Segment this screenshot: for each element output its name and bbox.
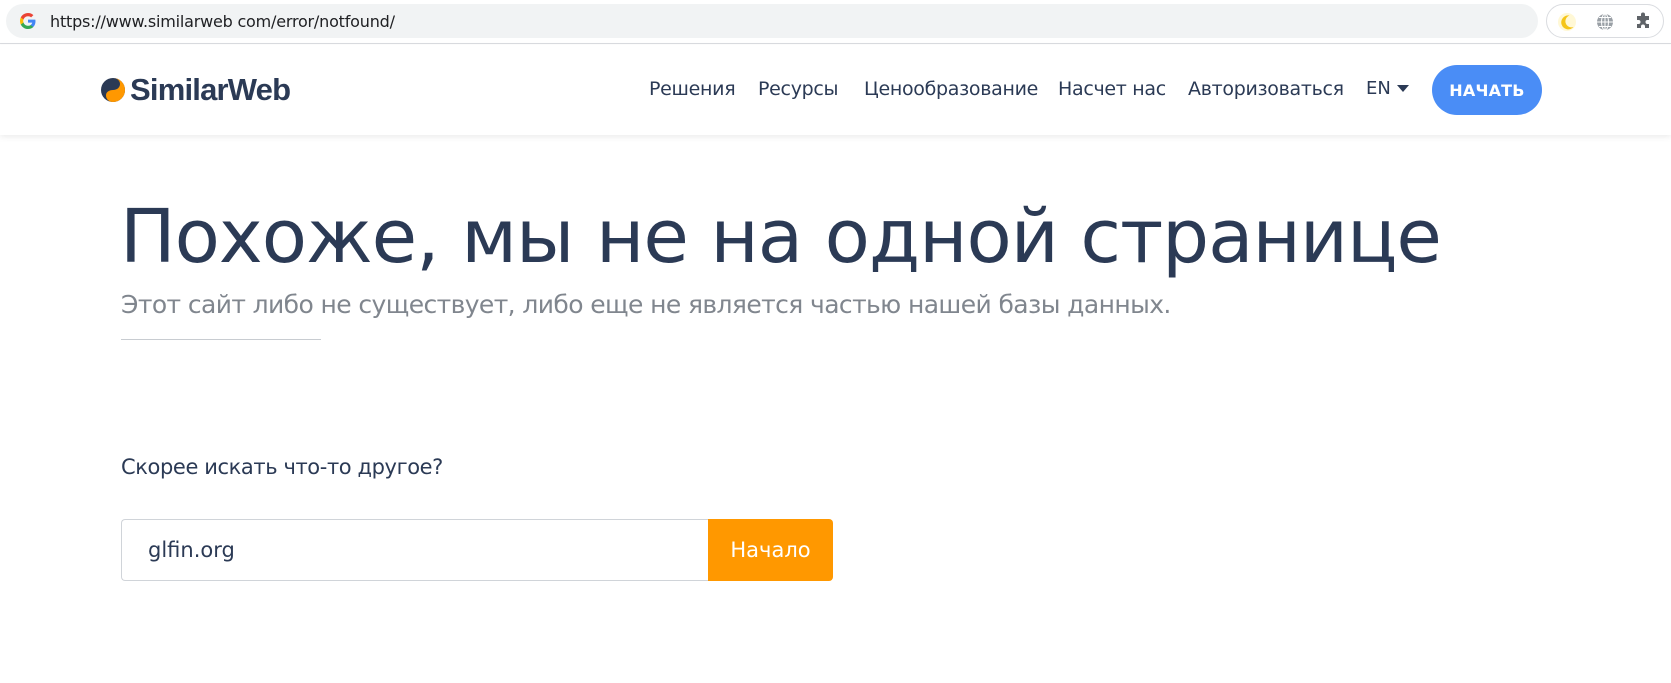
moon-icon[interactable] xyxy=(1557,12,1577,32)
logo-text: SimilarWeb xyxy=(130,72,291,107)
extensions-group xyxy=(1546,4,1664,38)
nav-login[interactable]: Авторизоваться xyxy=(1188,78,1344,100)
nav-about[interactable]: Насчет нас xyxy=(1058,78,1166,100)
language-label: EN xyxy=(1366,78,1391,99)
browser-toolbar: https://www.similarweb com/error/notfoun… xyxy=(0,0,1671,44)
caret-down-icon xyxy=(1396,85,1409,92)
divider xyxy=(121,339,321,340)
nav-solutions[interactable]: Решения xyxy=(649,78,736,100)
url-text[interactable]: https://www.similarweb com/error/notfoun… xyxy=(50,12,395,31)
search-prompt: Скорее искать что-то другое? xyxy=(121,455,443,479)
language-selector[interactable]: EN xyxy=(1366,78,1409,99)
similarweb-logo-icon xyxy=(101,78,125,102)
puzzle-icon[interactable] xyxy=(1633,12,1653,32)
page-subtitle: Этот сайт либо не существует, либо еще н… xyxy=(121,290,1171,319)
search-button[interactable]: Начало xyxy=(708,519,833,581)
nav-resources[interactable]: Ресурсы xyxy=(758,78,839,100)
site-header: SimilarWeb Решения Ресурсы Ценообразован… xyxy=(0,45,1671,135)
google-g-icon xyxy=(20,13,36,29)
address-bar[interactable]: https://www.similarweb com/error/notfoun… xyxy=(6,4,1538,38)
similarweb-logo[interactable]: SimilarWeb xyxy=(100,72,291,107)
page-title: Похоже, мы не на одной странице xyxy=(120,194,1442,280)
get-started-button[interactable]: НАЧАТЬ xyxy=(1432,65,1542,115)
nav-pricing[interactable]: Ценообразование xyxy=(864,78,1038,100)
search-input[interactable] xyxy=(121,519,709,581)
globe-icon[interactable] xyxy=(1595,12,1615,32)
